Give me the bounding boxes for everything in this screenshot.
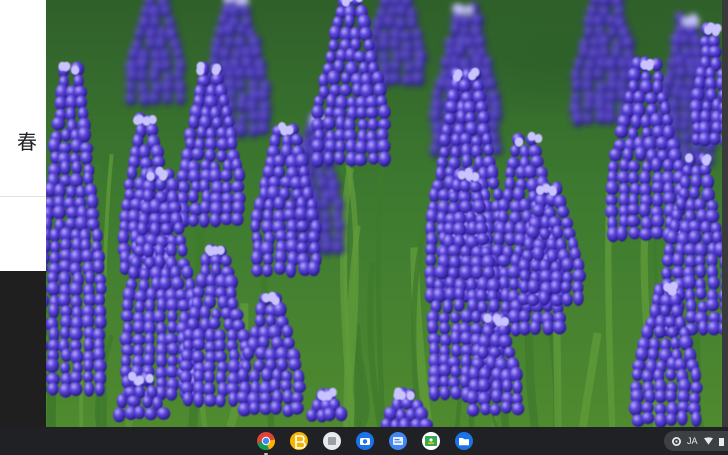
- camera-app-button[interactable]: [353, 429, 377, 453]
- app-yellow-icon: [290, 432, 308, 450]
- files-icon: [455, 432, 473, 450]
- yellow-app-button[interactable]: [287, 429, 311, 453]
- battery-icon: [718, 437, 724, 446]
- blue-app-button[interactable]: [386, 429, 410, 453]
- background-dark-panel: [0, 271, 48, 427]
- chrome-app-button[interactable]: [254, 429, 278, 455]
- status-tray[interactable]: JA: [664, 431, 728, 451]
- background-heading: 春: [17, 130, 37, 154]
- window-edge: [722, 0, 728, 427]
- settings-icon: [672, 436, 681, 446]
- camera-icon: [356, 432, 374, 450]
- app-blue-icon: [389, 432, 407, 450]
- classroom-icon: [422, 432, 440, 450]
- shelf: [0, 427, 728, 455]
- files-app-button[interactable]: [452, 429, 476, 453]
- photo-viewer[interactable]: [46, 0, 728, 427]
- files-gray-icon: [323, 432, 341, 450]
- wifi-icon: [703, 437, 713, 445]
- grape-hyacinth-photo: [46, 0, 728, 427]
- shelf-apps: [254, 429, 476, 455]
- chrome-icon: [257, 432, 276, 451]
- input-method-label: JA: [687, 436, 698, 446]
- classroom-app-button[interactable]: [419, 429, 443, 453]
- gray-app-button[interactable]: [320, 429, 344, 453]
